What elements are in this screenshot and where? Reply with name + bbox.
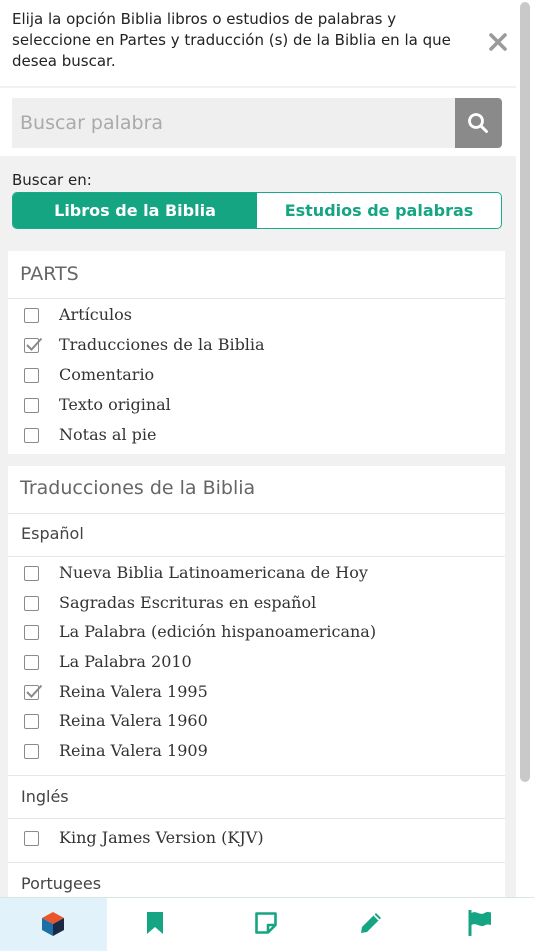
checkbox[interactable] [24, 596, 39, 611]
checkbox[interactable] [24, 655, 39, 670]
divider [8, 818, 505, 819]
divider [8, 775, 505, 776]
part-item-label: Comentario [59, 365, 155, 384]
part-item-label: Texto original [59, 395, 171, 414]
translation-label: King James Version (KJV) [59, 828, 264, 847]
translation-label: Nueva Biblia Latinoamericana de Hoy [59, 563, 368, 582]
cube-logo-icon [42, 912, 64, 936]
checkbox[interactable] [24, 744, 39, 759]
nav-tab-bookmarks[interactable] [107, 898, 213, 951]
nav-tab-notes[interactable] [213, 898, 320, 951]
checkbox-checked[interactable] [24, 337, 43, 353]
note-icon [255, 912, 277, 934]
parts-card: PARTS Artículos Traducciones de la Bibli… [8, 251, 505, 454]
translation-label: Reina Valera 1960 [59, 711, 208, 730]
nav-tab-home[interactable] [0, 898, 107, 951]
translations-title: Traducciones de la Biblia [20, 477, 256, 499]
search-input[interactable] [12, 98, 455, 148]
intro-banner: Elija la opción Biblia libros o estudios… [0, 0, 516, 86]
part-item-label: Notas al pie [59, 425, 157, 444]
checkbox[interactable] [24, 308, 39, 323]
checkbox[interactable] [24, 368, 39, 383]
intro-text: Elija la opción Biblia libros o estudios… [12, 10, 451, 70]
checkbox[interactable] [24, 625, 39, 640]
scrollbar[interactable] [516, 0, 534, 897]
part-item-label: Artículos [59, 305, 132, 324]
close-icon[interactable] [487, 31, 509, 53]
scope-option-bible-books[interactable]: Libros de la Biblia [13, 193, 257, 228]
divider [8, 556, 505, 557]
checkmark-icon [26, 337, 43, 351]
checkbox[interactable] [24, 428, 39, 443]
scrollbar-thumb[interactable] [520, 2, 530, 782]
checkbox[interactable] [24, 714, 39, 729]
scope-toggle: Libros de la Biblia Estudios de palabras [12, 192, 502, 229]
search-button[interactable] [455, 98, 502, 148]
divider [8, 513, 505, 514]
divider [8, 298, 505, 299]
nav-tab-highlights[interactable] [320, 898, 427, 951]
translations-card: Traducciones de la Biblia Español Nueva … [8, 466, 505, 897]
bottom-nav [0, 897, 534, 951]
pencil-icon [361, 913, 381, 933]
bookmark-icon [147, 912, 163, 934]
parts-title: PARTS [20, 263, 79, 285]
checkbox-checked[interactable] [24, 684, 43, 700]
group-title-portuguese: Portugees [21, 874, 102, 893]
part-item-label: Traducciones de la Biblia [59, 335, 265, 354]
translation-label: Reina Valera 1995 [59, 682, 208, 701]
checkmark-icon [26, 684, 43, 698]
divider [8, 862, 505, 863]
checkbox[interactable] [24, 398, 39, 413]
search-icon [468, 113, 488, 133]
translation-label: Reina Valera 1909 [59, 741, 208, 760]
translation-label: Sagradas Escrituras en español [59, 593, 317, 612]
group-title-spanish: Español [21, 524, 84, 543]
search-panel: Elija la opción Biblia libros o estudios… [0, 0, 516, 897]
search-bar [0, 88, 516, 156]
scope-option-word-studies[interactable]: Estudios de palabras [257, 193, 501, 228]
group-title-english: Inglés [21, 787, 69, 806]
checkbox[interactable] [24, 566, 39, 581]
translation-label: La Palabra 2010 [59, 652, 192, 671]
checkbox[interactable] [24, 831, 39, 846]
scope-label: Buscar en: [12, 171, 92, 189]
translation-label: La Palabra (edición hispanoamericana) [59, 622, 377, 641]
flag-icon [468, 910, 491, 936]
nav-tab-flags[interactable] [427, 898, 534, 951]
